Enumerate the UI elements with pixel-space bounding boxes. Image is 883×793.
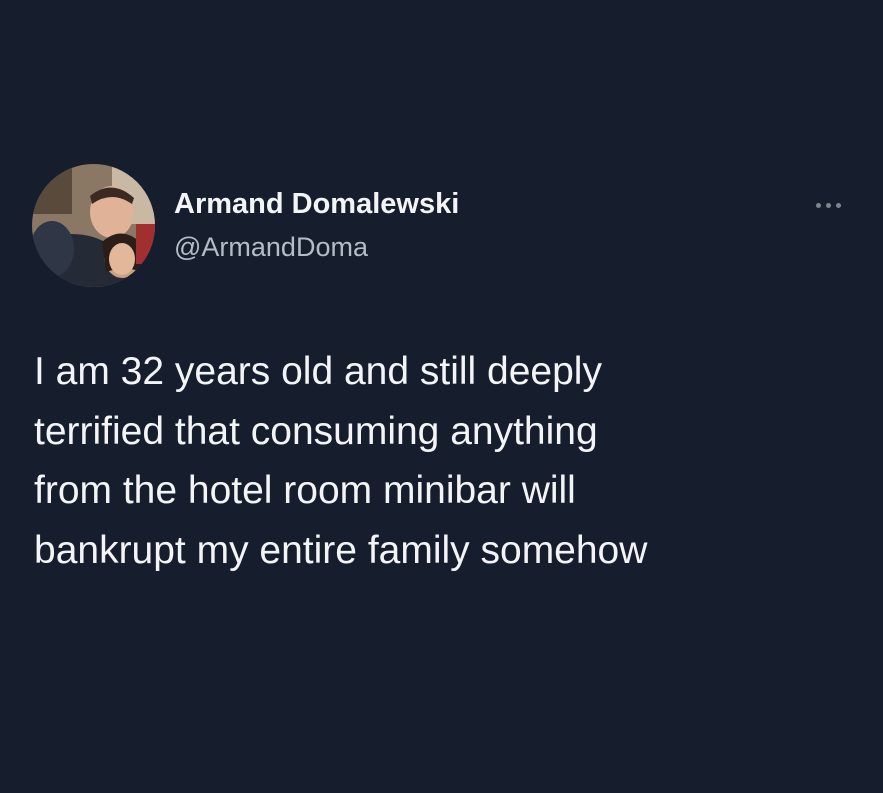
author-display-name[interactable]: Armand Domalewski <box>174 186 459 222</box>
tweet-text: I am 32 years old and still deeply terri… <box>34 350 648 572</box>
avatar[interactable] <box>32 164 155 287</box>
more-options-icon <box>825 202 831 208</box>
more-options-icon <box>815 202 821 208</box>
author-handle[interactable]: @ArmandDoma <box>174 230 368 264</box>
more-options-icon <box>835 202 841 208</box>
avatar-photo-icon <box>32 164 155 287</box>
more-options-button[interactable] <box>808 192 848 218</box>
tweet-card: Armand Domalewski @ArmandDoma I am 32 ye… <box>0 0 883 793</box>
